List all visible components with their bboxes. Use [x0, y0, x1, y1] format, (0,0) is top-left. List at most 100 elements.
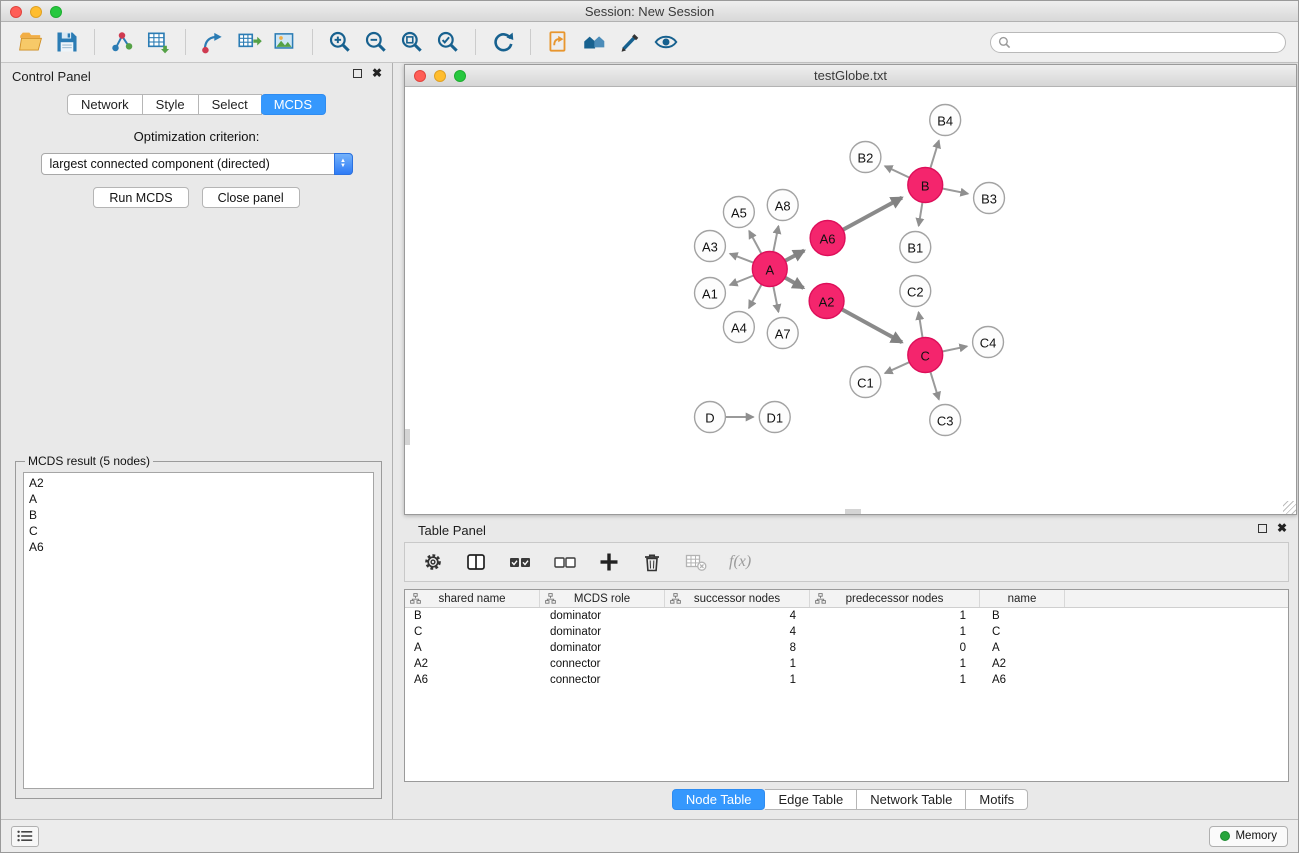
tab-network[interactable]: Network [67, 94, 143, 115]
network-node-A2[interactable]: A2 [809, 284, 844, 319]
export-table-button[interactable] [231, 25, 267, 59]
zoom-window-button[interactable] [50, 6, 62, 18]
network-node-A4[interactable]: A4 [723, 312, 754, 343]
annotation-pen-button[interactable] [612, 25, 648, 59]
table-row[interactable]: Cdominator41C [405, 624, 1288, 640]
tab-node-table[interactable]: Node Table [672, 789, 766, 810]
tab-edge-table[interactable]: Edge Table [765, 789, 857, 810]
network-edge-A2-C[interactable] [842, 309, 902, 342]
network-node-A[interactable]: A [752, 252, 787, 287]
mcds-result-item[interactable]: C [29, 523, 368, 539]
network-canvas[interactable]: B4B2BB3A5A8A6A3B1AC2A1A2A4A7C4CC1C3DD1 [405, 87, 1296, 514]
network-edge-C-C1[interactable] [885, 362, 909, 373]
network-minimize-button[interactable] [434, 70, 446, 82]
network-canvas-svg[interactable]: B4B2BB3A5A8A6A3B1AC2A1A2A4A7C4CC1C3DD1 [405, 87, 1296, 514]
network-node-A6[interactable]: A6 [810, 221, 845, 256]
network-node-D1[interactable]: D1 [759, 402, 790, 433]
zoom-in-button[interactable] [322, 25, 358, 59]
optimization-criterion-dropdown[interactable]: largest connected component (directed) ▲… [41, 153, 353, 175]
network-edge-B-B1[interactable] [919, 202, 923, 226]
network-node-B3[interactable]: B3 [974, 183, 1005, 214]
network-edge-B-B2[interactable] [885, 166, 910, 178]
network-node-A5[interactable]: A5 [723, 197, 754, 228]
global-search[interactable] [990, 32, 1286, 53]
float-panel-icon[interactable] [353, 69, 362, 78]
zoom-selected-button[interactable] [430, 25, 466, 59]
refresh-button[interactable] [485, 25, 521, 59]
network-edge-C-C3[interactable] [930, 372, 939, 400]
column-header-name[interactable]: name [980, 590, 1065, 607]
close-panel-icon[interactable]: ✖ [372, 69, 382, 78]
network-zoom-button[interactable] [454, 70, 466, 82]
network-node-C[interactable]: C [908, 338, 943, 373]
network-edge-C-C2[interactable] [919, 312, 923, 338]
table-row[interactable]: A6connector11A6 [405, 672, 1288, 688]
export-network-button[interactable] [195, 25, 231, 59]
network-node-C4[interactable]: C4 [973, 327, 1004, 358]
zoom-fit-button[interactable] [394, 25, 430, 59]
network-node-B4[interactable]: B4 [930, 105, 961, 136]
table-row[interactable]: Bdominator41B [405, 608, 1288, 624]
table-row[interactable]: Adominator80A [405, 640, 1288, 656]
deselect-all-button[interactable] [553, 551, 577, 573]
column-header-mcds-role[interactable]: MCDS role [540, 590, 665, 607]
add-row-button[interactable] [598, 551, 620, 573]
mcds-result-item[interactable]: B [29, 507, 368, 523]
network-edge-A-A1[interactable] [730, 276, 754, 286]
network-node-B[interactable]: B [908, 168, 943, 203]
tab-select[interactable]: Select [199, 94, 262, 115]
network-close-button[interactable] [414, 70, 426, 82]
import-table-button[interactable] [140, 25, 176, 59]
network-edge-B-B4[interactable] [930, 141, 939, 169]
network-edge-A-A6[interactable] [785, 251, 804, 261]
network-edge-A-A2[interactable] [785, 278, 804, 288]
mcds-result-item[interactable]: A6 [29, 539, 368, 555]
network-node-C2[interactable]: C2 [900, 276, 931, 307]
mcds-result-item[interactable]: A [29, 491, 368, 507]
network-node-D[interactable]: D [695, 402, 726, 433]
network-node-B2[interactable]: B2 [850, 142, 881, 173]
float-table-panel-icon[interactable] [1258, 524, 1267, 533]
network-node-A3[interactable]: A3 [695, 231, 726, 262]
close-table-panel-icon[interactable]: ✖ [1277, 524, 1287, 533]
memory-button[interactable]: Memory [1209, 826, 1288, 847]
toggle-details-button[interactable] [648, 25, 684, 59]
column-header-shared-name[interactable]: shared name [405, 590, 540, 607]
open-session-button[interactable] [13, 25, 49, 59]
run-mcds-button[interactable]: Run MCDS [93, 187, 188, 208]
function-builder-button[interactable]: f(x) [729, 553, 751, 571]
tab-network-table[interactable]: Network Table [857, 789, 966, 810]
task-history-button[interactable] [11, 826, 39, 847]
show-column-button[interactable] [465, 551, 487, 573]
minimize-window-button[interactable] [30, 6, 42, 18]
network-node-A8[interactable]: A8 [767, 190, 798, 221]
network-overview-button[interactable] [576, 25, 612, 59]
network-edge-A-A8[interactable] [773, 226, 778, 252]
column-header-successor-nodes[interactable]: successor nodes [665, 590, 810, 607]
search-input[interactable] [1015, 35, 1278, 49]
canvas-vertical-scrollbar[interactable] [405, 429, 410, 445]
open-session-file-button[interactable] [540, 25, 576, 59]
export-image-button[interactable] [267, 25, 303, 59]
select-all-button[interactable] [508, 551, 532, 573]
network-node-A1[interactable]: A1 [695, 278, 726, 309]
table-settings-button[interactable] [422, 551, 444, 573]
close-panel-button[interactable]: Close panel [202, 187, 300, 208]
table-row[interactable]: A2connector11A2 [405, 656, 1288, 672]
tab-style[interactable]: Style [143, 94, 199, 115]
column-header-predecessor-nodes[interactable]: predecessor nodes [810, 590, 980, 607]
network-node-C3[interactable]: C3 [930, 405, 961, 436]
canvas-horizontal-scrollbar[interactable] [845, 509, 861, 514]
delete-table-button[interactable] [684, 551, 708, 573]
network-edge-C-C4[interactable] [942, 346, 967, 351]
network-edge-A-A7[interactable] [773, 286, 778, 312]
network-edge-A-A3[interactable] [730, 254, 754, 263]
network-edge-A-A5[interactable] [749, 231, 761, 254]
delete-row-button[interactable] [641, 551, 663, 573]
network-edge-B-B3[interactable] [942, 189, 968, 194]
close-window-button[interactable] [10, 6, 22, 18]
save-session-button[interactable] [49, 25, 85, 59]
network-node-B1[interactable]: B1 [900, 232, 931, 263]
resize-grip[interactable] [1283, 501, 1296, 514]
network-node-A7[interactable]: A7 [767, 318, 798, 349]
